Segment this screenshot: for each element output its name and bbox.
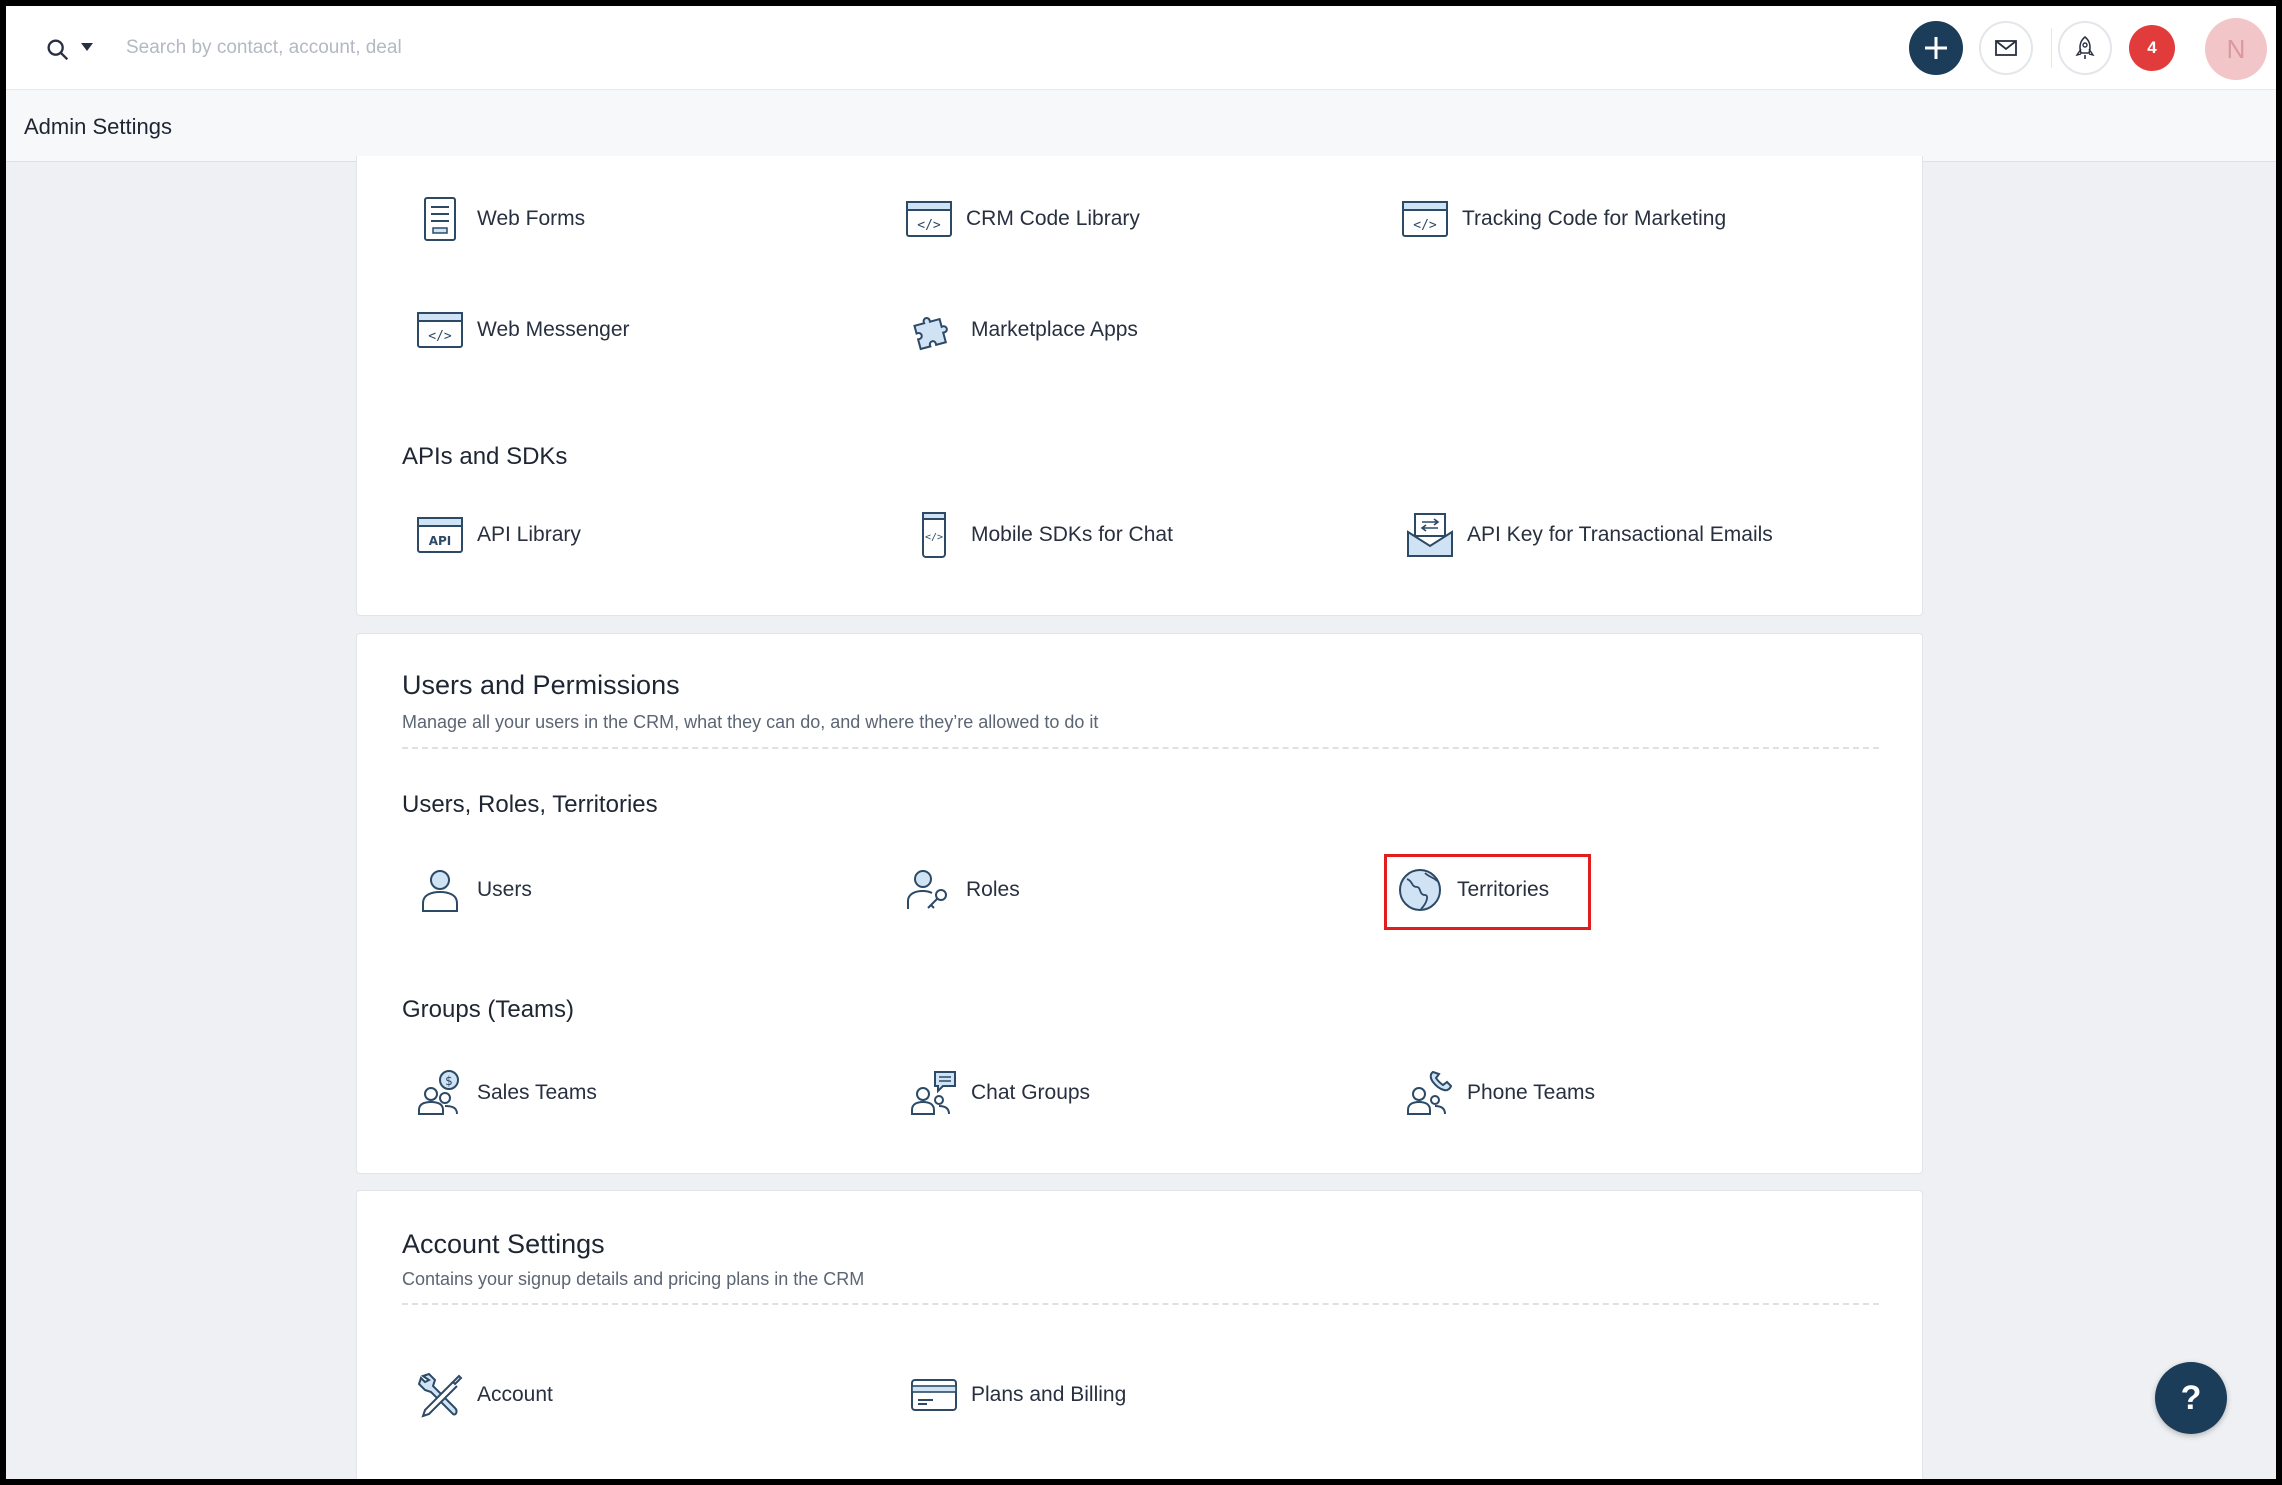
account-label: Account xyxy=(477,1383,553,1406)
credit-card-icon xyxy=(907,1368,961,1422)
phone-teams-label: Phone Teams xyxy=(1467,1081,1596,1104)
search-input[interactable] xyxy=(126,28,726,68)
svg-text:</>: </> xyxy=(428,329,452,344)
phone-teams-item[interactable]: Phone Teams xyxy=(1403,1063,1595,1123)
svg-text:</>: </> xyxy=(917,218,941,233)
users-permissions-title: Users and Permissions xyxy=(402,670,680,700)
top-bar: 4 N xyxy=(6,6,2276,90)
tools-icon xyxy=(413,1368,467,1422)
chevron-down-icon[interactable] xyxy=(80,42,94,52)
chat-groups-label: Chat Groups xyxy=(971,1081,1091,1104)
phone-team-icon xyxy=(1403,1066,1457,1120)
email-button[interactable] xyxy=(1979,21,2033,75)
page-title: Admin Settings xyxy=(24,114,172,139)
user-icon xyxy=(413,863,467,917)
territories-highlight-box xyxy=(1384,854,1591,930)
web-forms-label: Web Forms xyxy=(477,207,586,230)
account-settings-title: Account Settings xyxy=(402,1229,605,1259)
tracking-code-item[interactable]: </> Tracking Code for Marketing xyxy=(1398,189,1726,249)
svg-text:$: $ xyxy=(445,1074,453,1088)
users-roles-territories-heading: Users, Roles, Territories xyxy=(402,791,658,818)
notification-badge[interactable]: 4 xyxy=(2129,25,2175,71)
rocket-icon xyxy=(2075,35,2095,59)
crm-code-library-item[interactable]: </> CRM Code Library xyxy=(902,189,1140,249)
chat-group-icon xyxy=(907,1066,961,1120)
code-window-icon: </> xyxy=(1398,192,1452,246)
users-item[interactable]: Users xyxy=(413,860,532,920)
section-divider xyxy=(402,1303,1879,1305)
plans-billing-item[interactable]: Plans and Billing xyxy=(907,1365,1126,1425)
mobile-sdks-label: Mobile SDKs for Chat xyxy=(971,523,1173,546)
web-messenger-label: Web Messenger xyxy=(477,318,630,341)
sales-teams-item[interactable]: $ Sales Teams xyxy=(413,1063,597,1123)
svg-text:</>: </> xyxy=(1413,218,1437,233)
marketplace-apps-label: Marketplace Apps xyxy=(971,318,1138,341)
search-icon[interactable] xyxy=(44,36,72,64)
sales-team-icon: $ xyxy=(413,1066,467,1120)
account-settings-description: Contains your signup details and pricing… xyxy=(402,1269,865,1289)
sales-teams-label: Sales Teams xyxy=(477,1081,597,1104)
account-settings-card: Account Settings Contains your signup de… xyxy=(356,1190,1923,1479)
add-button[interactable] xyxy=(1909,21,1963,75)
api-library-label: API Library xyxy=(477,523,581,546)
mobile-sdks-item[interactable]: </> Mobile SDKs for Chat xyxy=(907,505,1173,565)
toolbar-divider xyxy=(2051,28,2052,68)
plus-icon xyxy=(1925,37,1947,59)
web-messenger-item[interactable]: </> Web Messenger xyxy=(413,300,630,360)
apis-sdks-heading: APIs and SDKs xyxy=(402,443,568,470)
code-window-icon: </> xyxy=(413,303,467,357)
web-forms-item[interactable]: Web Forms xyxy=(413,189,585,249)
avatar[interactable]: N xyxy=(2205,18,2267,80)
section-divider xyxy=(402,747,1879,749)
app-window: 4 N Admin Settings Web Forms </> C xyxy=(6,6,2276,1479)
users-permissions-card: Users and Permissions Manage all your us… xyxy=(356,633,1923,1174)
crm-code-library-label: CRM Code Library xyxy=(966,207,1140,230)
mobile-code-icon: </> xyxy=(907,508,961,562)
puzzle-icon xyxy=(907,303,961,357)
api-key-emails-item[interactable]: API Key for Transactional Emails xyxy=(1403,505,1773,565)
help-button[interactable]: ? xyxy=(2155,1362,2227,1434)
code-window-icon: </> xyxy=(902,192,956,246)
roles-item[interactable]: Roles xyxy=(902,860,1020,920)
api-icon: API xyxy=(413,508,467,562)
tracking-code-label: Tracking Code for Marketing xyxy=(1462,207,1727,230)
marketplace-apps-item[interactable]: Marketplace Apps xyxy=(907,300,1138,360)
account-item[interactable]: Account xyxy=(413,1365,553,1425)
api-key-emails-label: API Key for Transactional Emails xyxy=(1467,523,1773,546)
integrations-card: Web Forms </> CRM Code Library </> Track… xyxy=(356,156,1923,616)
users-label: Users xyxy=(477,878,532,901)
roles-label: Roles xyxy=(966,878,1020,901)
groups-teams-heading: Groups (Teams) xyxy=(402,996,575,1023)
user-key-icon xyxy=(902,863,956,917)
mail-icon xyxy=(1995,40,2017,56)
page-header: Admin Settings xyxy=(6,90,2276,162)
plans-billing-label: Plans and Billing xyxy=(971,1383,1127,1406)
api-library-item[interactable]: API API Library xyxy=(413,505,581,565)
chat-groups-item[interactable]: Chat Groups xyxy=(907,1063,1090,1123)
web-form-icon xyxy=(413,192,467,246)
svg-text:</>: </> xyxy=(925,532,943,543)
whats-new-button[interactable] xyxy=(2058,21,2112,75)
users-permissions-description: Manage all your users in the CRM, what t… xyxy=(402,712,1099,732)
email-key-icon xyxy=(1403,508,1457,562)
svg-text:API: API xyxy=(429,534,452,548)
